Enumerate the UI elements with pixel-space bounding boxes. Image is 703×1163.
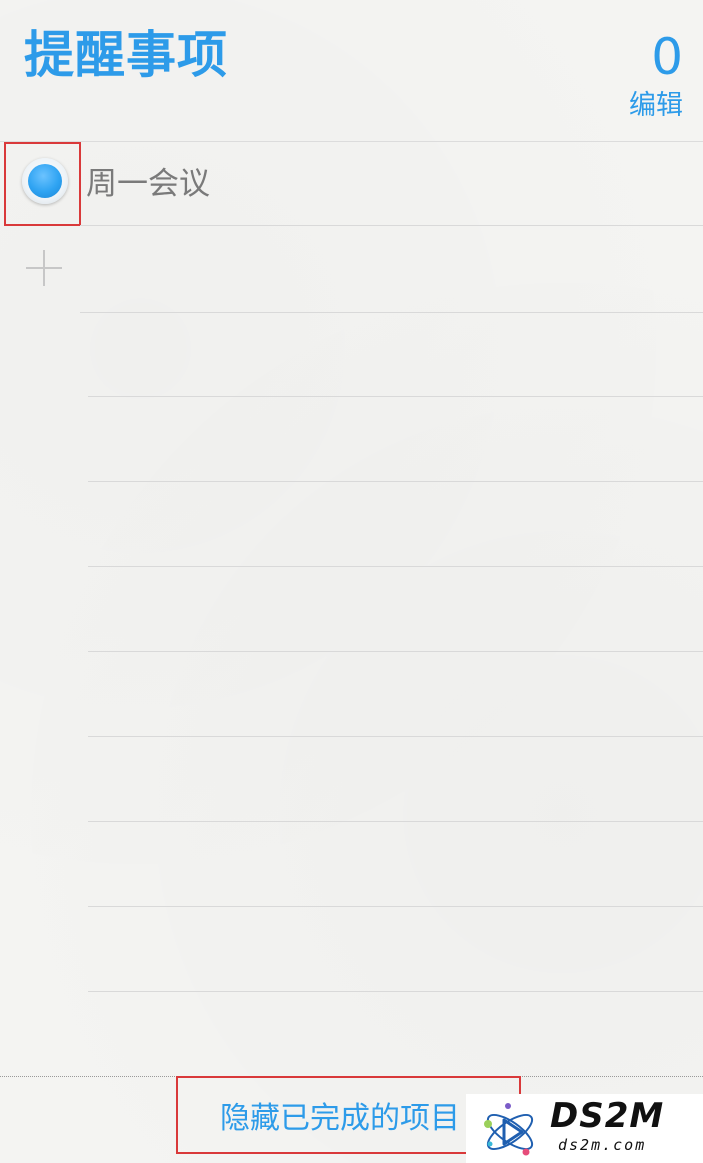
list-divider bbox=[88, 991, 703, 992]
list-divider bbox=[88, 736, 703, 737]
atom-logo-icon bbox=[484, 1103, 534, 1156]
list-divider bbox=[88, 481, 703, 482]
list-divider bbox=[88, 566, 703, 567]
plus-icon[interactable] bbox=[24, 248, 64, 288]
edit-button[interactable]: 编辑 bbox=[629, 88, 683, 124]
watermark-brand: DS2M bbox=[550, 1096, 665, 1136]
reminder-count: 0 bbox=[651, 28, 683, 86]
list-divider bbox=[88, 821, 703, 822]
watermark-url: ds2m.com bbox=[558, 1136, 647, 1154]
watermark: DS2M ds2m.com bbox=[466, 1094, 703, 1163]
list-divider bbox=[88, 651, 703, 652]
annotation-box-checkbox bbox=[4, 142, 81, 226]
page-title: 提醒事项 bbox=[24, 26, 228, 84]
reminder-text[interactable]: 周一会议 bbox=[86, 162, 210, 206]
list-divider bbox=[88, 906, 703, 907]
list-divider bbox=[88, 396, 703, 397]
list-divider bbox=[80, 312, 703, 313]
list-divider bbox=[80, 225, 703, 226]
